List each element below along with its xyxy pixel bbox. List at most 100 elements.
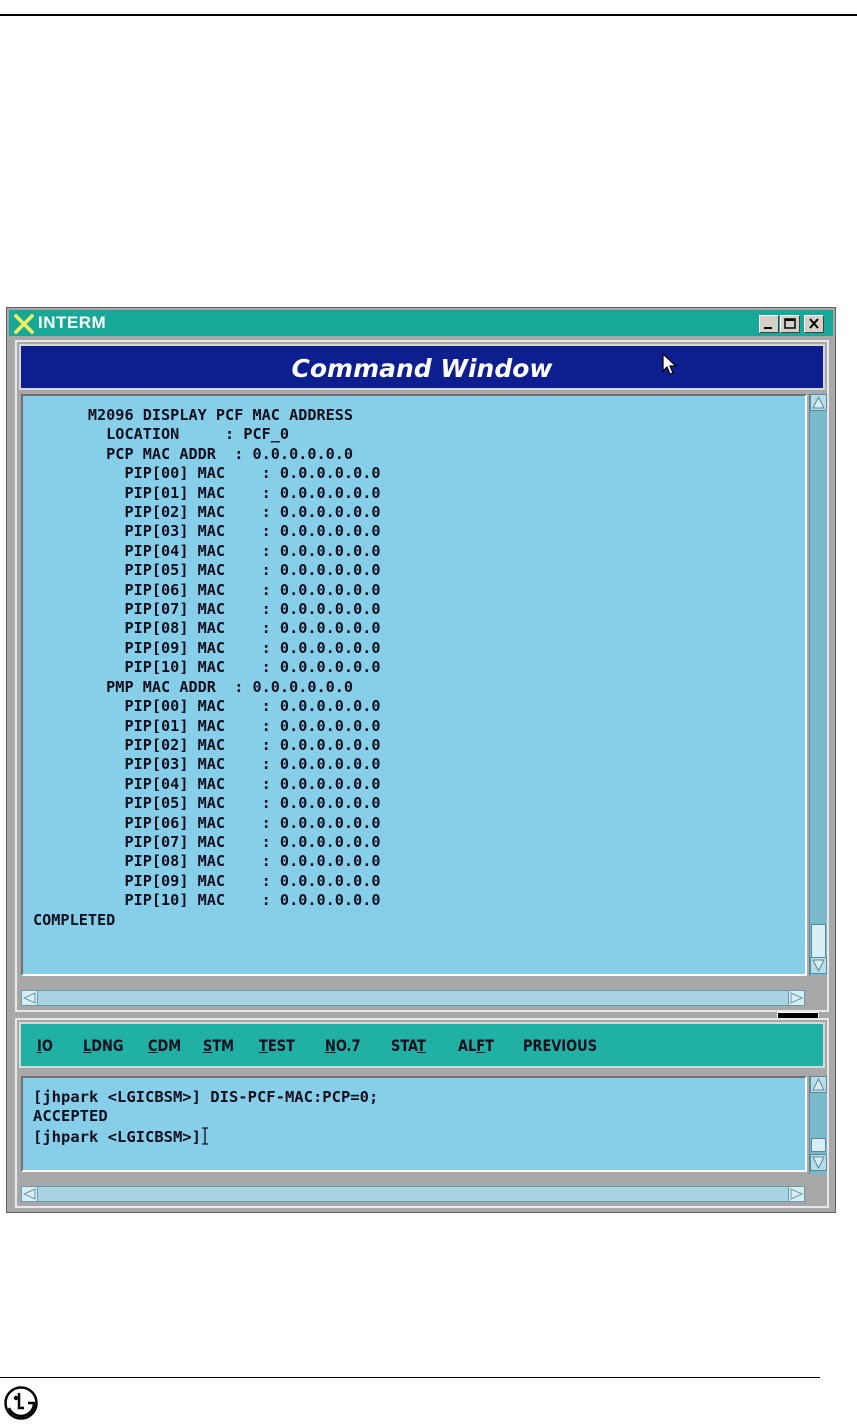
mouse-pointer-icon [662, 353, 678, 375]
x-logo-icon [14, 314, 34, 334]
output-line: PIP[00] MAC : 0.0.0.0.0.0 [33, 464, 381, 483]
menu-item-label-part: DM [157, 1036, 182, 1055]
output-line: COMPLETED [33, 910, 116, 929]
command-input-pane: IO LDNG CDM STM TEST NO.7 STAT ALFT PREVIOUS [jh… [15, 1018, 829, 1208]
output-line: PIP[01] MAC : 0.0.0.0.0.0 [33, 716, 381, 735]
output-line: PIP[04] MAC : 0.0.0.0.0.0 [33, 541, 381, 560]
output-line: PIP[05] MAC : 0.0.0.0.0.0 [33, 561, 381, 580]
output-line: LOCATION : PCF_0 [33, 425, 290, 444]
console-prompt: [jhpark <LGICBSM>] [33, 1127, 201, 1146]
minimize-icon [764, 327, 772, 329]
output-line: PIP[10] MAC : 0.0.0.0.0.0 [33, 658, 381, 677]
output-vertical-scrollbar[interactable] [809, 394, 827, 976]
menu-item[interactable]: STM [203, 1036, 234, 1055]
scroll-right-button[interactable] [788, 991, 804, 1005]
arrow-right-icon [790, 1188, 804, 1200]
arrow-down-icon [812, 959, 825, 973]
menu-item-label-part: O.7 [335, 1036, 361, 1055]
output-text: M2096 DISPLAY PCF MAC ADDRESS LOCATION :… [33, 406, 381, 930]
window-titlebar[interactable]: INTERM [9, 310, 833, 336]
lg-logo-icon [4, 1386, 38, 1420]
output-line: PIP[08] MAC : 0.0.0.0.0.0 [33, 619, 381, 638]
output-line: M2096 DISPLAY PCF MAC ADDRESS [33, 406, 354, 424]
arrow-left-icon [22, 992, 36, 1004]
menu-item-label-part: N [325, 1036, 336, 1055]
output-line: PIP[01] MAC : 0.0.0.0.0.0 [33, 483, 381, 502]
interm-window: INTERM Command Window M2096 DISPLAY PCF … [6, 307, 836, 1213]
menu-item[interactable]: STAT [391, 1036, 426, 1055]
output-line: PIP[04] MAC : 0.0.0.0.0.0 [33, 774, 381, 793]
output-line: PIP[09] MAC : 0.0.0.0.0.0 [33, 871, 381, 890]
page-top-rule [0, 14, 857, 16]
arrow-up-icon [812, 1077, 825, 1091]
output-line: PIP[03] MAC : 0.0.0.0.0.0 [33, 755, 381, 774]
menu-item-label-part: S [203, 1036, 213, 1055]
menu-item[interactable]: TEST [259, 1036, 295, 1055]
command-window-header: Command Window [19, 344, 825, 390]
output-line: PIP[09] MAC : 0.0.0.0.0.0 [33, 638, 381, 657]
output-line: PIP[07] MAC : 0.0.0.0.0.0 [33, 600, 381, 619]
menu-item[interactable]: ALFT [458, 1036, 494, 1055]
menu-item-label-part: L [83, 1036, 92, 1055]
output-line: PIP[03] MAC : 0.0.0.0.0.0 [33, 522, 381, 541]
page-bottom-rule [0, 1377, 820, 1378]
minimize-button[interactable] [759, 315, 779, 333]
output-line: PIP[00] MAC : 0.0.0.0.0.0 [33, 697, 381, 716]
output-line: PIP[10] MAC : 0.0.0.0.0.0 [33, 891, 381, 910]
menu-item-label-part: TM [212, 1036, 235, 1055]
menu-item[interactable]: CDM [148, 1036, 181, 1055]
menu-item[interactable]: IO [37, 1036, 53, 1055]
command-output[interactable]: M2096 DISPLAY PCF MAC ADDRESS LOCATION :… [21, 394, 807, 976]
output-line: PIP[08] MAC : 0.0.0.0.0.0 [33, 852, 381, 871]
output-line: PIP[06] MAC : 0.0.0.0.0.0 [33, 813, 381, 832]
close-button[interactable] [804, 315, 824, 333]
output-line: PIP[07] MAC : 0.0.0.0.0.0 [33, 832, 381, 851]
console-horizontal-scrollbar[interactable] [21, 1186, 805, 1202]
menu-item-label-part: C [148, 1036, 158, 1055]
scroll-left-button[interactable] [22, 991, 38, 1005]
console-scroll-down-button[interactable] [810, 1154, 827, 1171]
arrow-down-icon [812, 1156, 825, 1170]
console-scroll-thumb[interactable] [811, 1138, 826, 1152]
arrow-left-icon [22, 1188, 36, 1200]
menu-item-label-part: T [416, 1036, 426, 1055]
output-line: PIP[06] MAC : 0.0.0.0.0.0 [33, 580, 381, 599]
scroll-up-button[interactable] [810, 394, 827, 411]
menu-item-label-part: T [259, 1036, 268, 1055]
output-horizontal-scrollbar[interactable] [21, 990, 805, 1006]
arrow-up-icon [812, 395, 825, 409]
output-line: PIP[02] MAC : 0.0.0.0.0.0 [33, 503, 381, 522]
menu-item-label-part: DNG [91, 1036, 124, 1055]
scroll-thumb[interactable] [811, 924, 826, 958]
menu-item-label-part: EST [267, 1036, 295, 1055]
output-line: PIP[02] MAC : 0.0.0.0.0.0 [33, 735, 381, 754]
console-scroll-up-button[interactable] [810, 1076, 827, 1093]
scroll-down-button[interactable] [810, 957, 827, 974]
maximize-icon [784, 318, 796, 329]
maximize-button[interactable] [780, 315, 800, 333]
menu-item-label-part: PREVIOUS [523, 1036, 598, 1055]
command-console[interactable]: [jhpark <LGICBSM>] DIS-PCF-MAC:PCP=0; AC… [21, 1076, 807, 1172]
output-line: PIP[05] MAC : 0.0.0.0.0.0 [33, 794, 381, 813]
text-cursor-icon [201, 1127, 209, 1145]
console-line: ACCEPTED [33, 1107, 108, 1126]
menu-item-label-part: STA [391, 1036, 417, 1055]
window-title: INTERM [38, 313, 107, 332]
output-line: PMP MAC ADDR : 0.0.0.0.0.0 [33, 677, 354, 696]
console-scroll-left-button[interactable] [22, 1187, 38, 1201]
menu-item[interactable]: LDNG [83, 1036, 123, 1055]
console-line: [jhpark <LGICBSM>] DIS-PCF-MAC:PCP=0; [33, 1088, 379, 1106]
menu-item-label-part: O [41, 1036, 53, 1055]
arrow-right-icon [790, 992, 804, 1004]
console-scroll-right-button[interactable] [788, 1187, 804, 1201]
console-text: [jhpark <LGICBSM>] DIS-PCF-MAC:PCP=0; AC… [33, 1088, 378, 1147]
command-output-pane: Command Window M2096 DISPLAY PCF MAC ADD… [15, 340, 829, 1012]
command-window-title: Command Window [291, 354, 553, 383]
menu-item[interactable]: NO.7 [325, 1036, 360, 1055]
menu-item-label-part: AL [458, 1036, 477, 1055]
console-vertical-scrollbar[interactable] [809, 1076, 827, 1174]
command-menubar: IO LDNG CDM STM TEST NO.7 STAT ALFT PREVIOUS [19, 1022, 825, 1068]
menu-item-label-part: T [485, 1036, 494, 1055]
close-icon [809, 318, 819, 329]
menu-item[interactable]: PREVIOUS [523, 1036, 597, 1055]
